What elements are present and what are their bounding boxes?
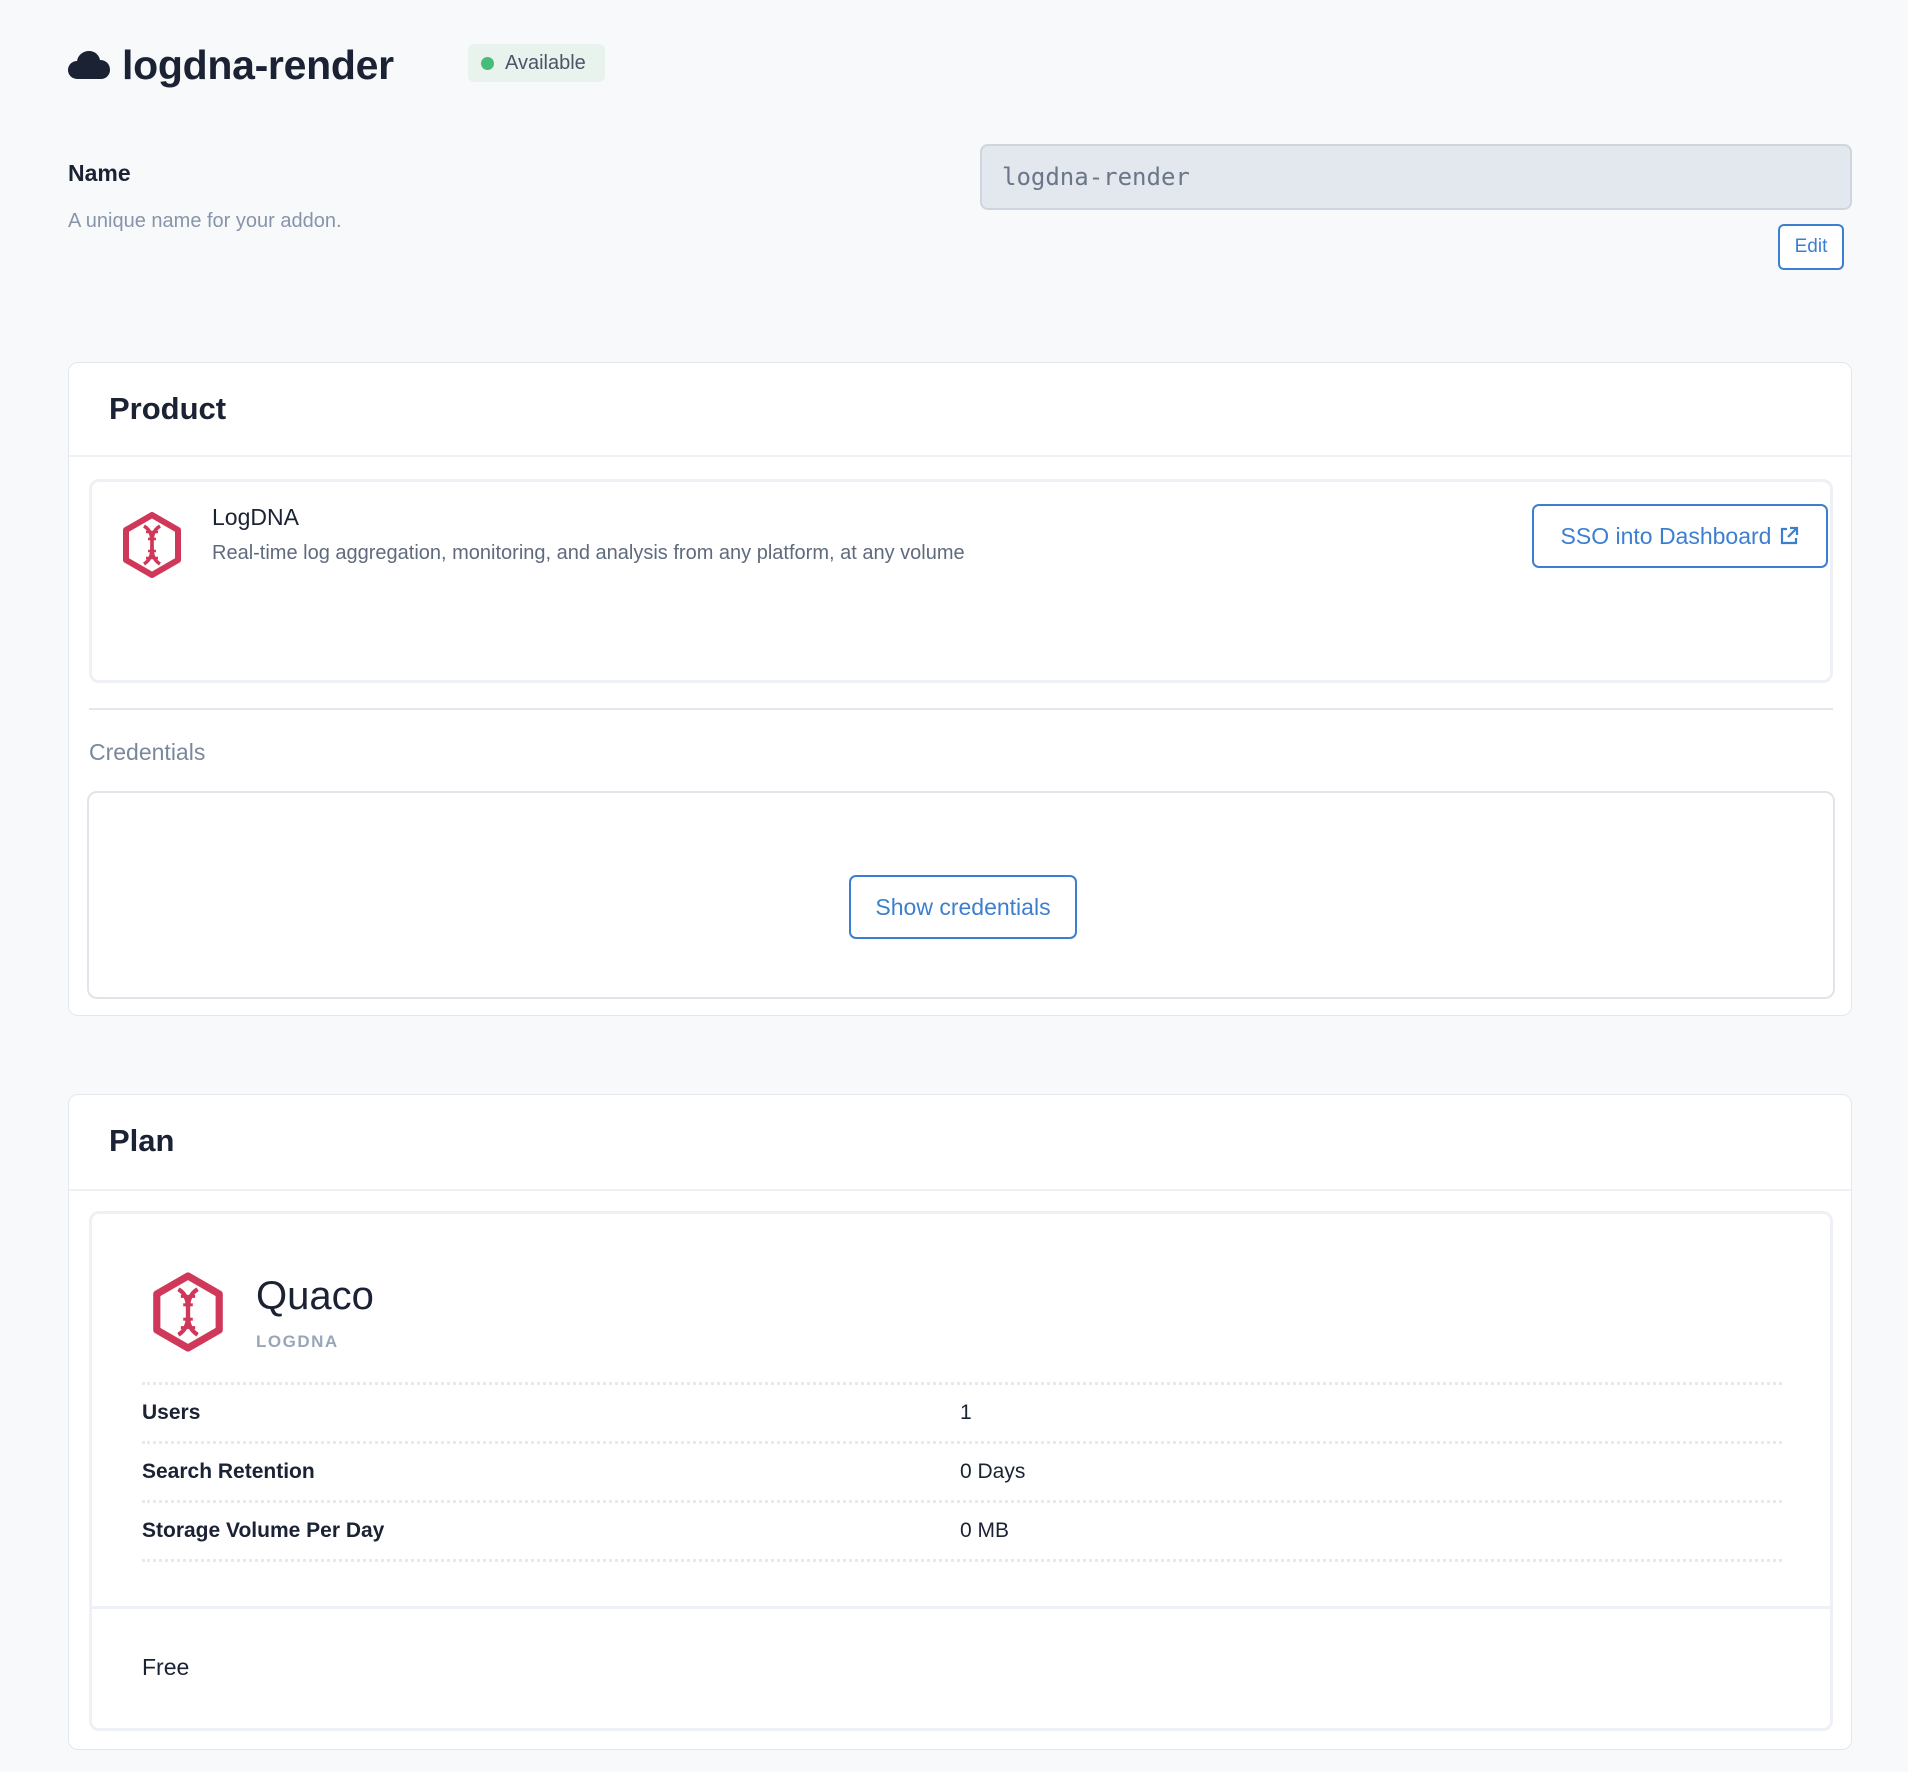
status-text: Available (505, 51, 586, 74)
edit-button[interactable]: Edit (1778, 224, 1844, 270)
plan-feature-value: 0 Days (960, 1460, 1026, 1483)
product-item: LogDNA Real-time log aggregation, monito… (89, 479, 1833, 683)
plan-feature-label: Search Retention (142, 1460, 315, 1483)
external-link-icon (1781, 526, 1799, 545)
table-row: Search Retention 0 Days (142, 1444, 1782, 1503)
sso-button-label: SSO into Dashboard (1560, 522, 1772, 549)
plan-item: Quaco LOGDNA Users 1 Search Retention 0 … (89, 1211, 1833, 1731)
cloud-icon (68, 51, 110, 79)
product-section-title: Product (109, 391, 227, 426)
plan-price: Free (142, 1654, 190, 1680)
product-header-divider (69, 455, 1851, 457)
plan-header-divider (69, 1189, 1851, 1191)
logdna-icon (123, 512, 181, 578)
plan-feature-label: Storage Volume Per Day (142, 1519, 385, 1542)
product-card: Product LogDNA Real-time log aggregation… (68, 362, 1852, 1016)
plan-name: Quaco (256, 1274, 374, 1318)
plan-section-title: Plan (109, 1123, 175, 1158)
product-name: LogDNA (212, 504, 299, 530)
credentials-label: Credentials (89, 739, 206, 765)
plan-feature-label: Users (142, 1401, 201, 1424)
status-badge: Available (468, 44, 605, 82)
plan-card: Plan Quaco LOGDNA Users 1 Search Retenti… (68, 1094, 1852, 1750)
name-help-text: A unique name for your addon. (68, 210, 342, 232)
credentials-box: Show credentials (87, 791, 1835, 999)
name-label: Name (68, 160, 131, 186)
product-description: Real-time log aggregation, monitoring, a… (212, 542, 965, 564)
plan-vendor: LOGDNA (256, 1332, 339, 1351)
table-row: Storage Volume Per Day 0 MB (142, 1503, 1782, 1562)
plan-feature-value: 1 (960, 1401, 972, 1424)
status-dot-icon (481, 56, 494, 70)
page-header: logdna-render (68, 40, 394, 90)
plan-footer-divider (92, 1606, 1830, 1609)
logdna-icon (153, 1272, 223, 1352)
table-row: Users 1 (142, 1385, 1782, 1444)
name-input[interactable] (980, 144, 1852, 210)
sso-dashboard-button[interactable]: SSO into Dashboard (1532, 504, 1828, 568)
credentials-divider (89, 708, 1833, 710)
page-title: logdna-render (122, 41, 394, 88)
plan-feature-value: 0 MB (960, 1519, 1010, 1542)
plan-features-table: Users 1 Search Retention 0 Days Storage … (142, 1382, 1782, 1562)
show-credentials-button[interactable]: Show credentials (849, 875, 1077, 939)
